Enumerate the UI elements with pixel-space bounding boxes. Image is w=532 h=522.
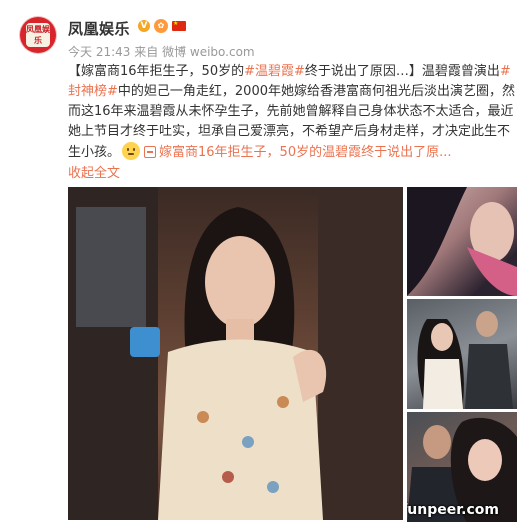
avatar[interactable]: 凤凰娱乐 [20, 17, 56, 53]
collapse-full-text-link[interactable]: 收起全文 [68, 162, 120, 181]
headline-end: 终于说出了原因…】 [304, 64, 422, 79]
article-link[interactable]: 嫁富商16年拒生子，50岁的温碧霞终于说出了原... [159, 145, 451, 160]
side-photo-1[interactable] [407, 187, 517, 296]
link-icon[interactable] [144, 146, 157, 158]
smile-emoji-icon [122, 142, 141, 160]
side-photo-2[interactable] [407, 299, 517, 409]
side-photo-1-illustration [407, 187, 517, 296]
side-photo-2-illustration [417, 311, 513, 409]
topic-link-wen-bixia[interactable]: #温碧霞# [244, 64, 305, 79]
avatar-logo: 凤凰娱乐 [26, 23, 50, 47]
verified-icon: V [138, 20, 150, 32]
source-prefix: 来自 [134, 45, 159, 59]
watermark: funpeer.com [407, 502, 499, 518]
main-photo[interactable] [68, 187, 403, 520]
medal-icon[interactable]: ✿ [154, 19, 168, 33]
post-time[interactable]: 今天 21:43 [68, 45, 130, 59]
username[interactable]: 凤凰娱乐 [68, 18, 130, 39]
weibo-post-card: 凤凰娱乐 凤凰娱乐 V ✿ ★ 今天 21:43 来自 微博 weibo.com… [0, 0, 532, 522]
post-meta: 今天 21:43 来自 微博 weibo.com [68, 43, 255, 60]
side-photo-3[interactable]: funpeer.com [407, 412, 517, 522]
headline-start: 【嫁富商16年拒生子，50岁的 [68, 64, 245, 79]
main-photo-illustration [68, 187, 403, 520]
post-text: 【嫁富商16年拒生子，50岁的#温碧霞#终于说出了原因…】温碧霞曾演出#封神榜#… [68, 62, 518, 163]
body-text-1: 温碧霞曾演出 [421, 64, 500, 79]
post-source[interactable]: 微博 weibo.com [162, 45, 255, 59]
china-flag-icon: ★ [172, 20, 186, 31]
